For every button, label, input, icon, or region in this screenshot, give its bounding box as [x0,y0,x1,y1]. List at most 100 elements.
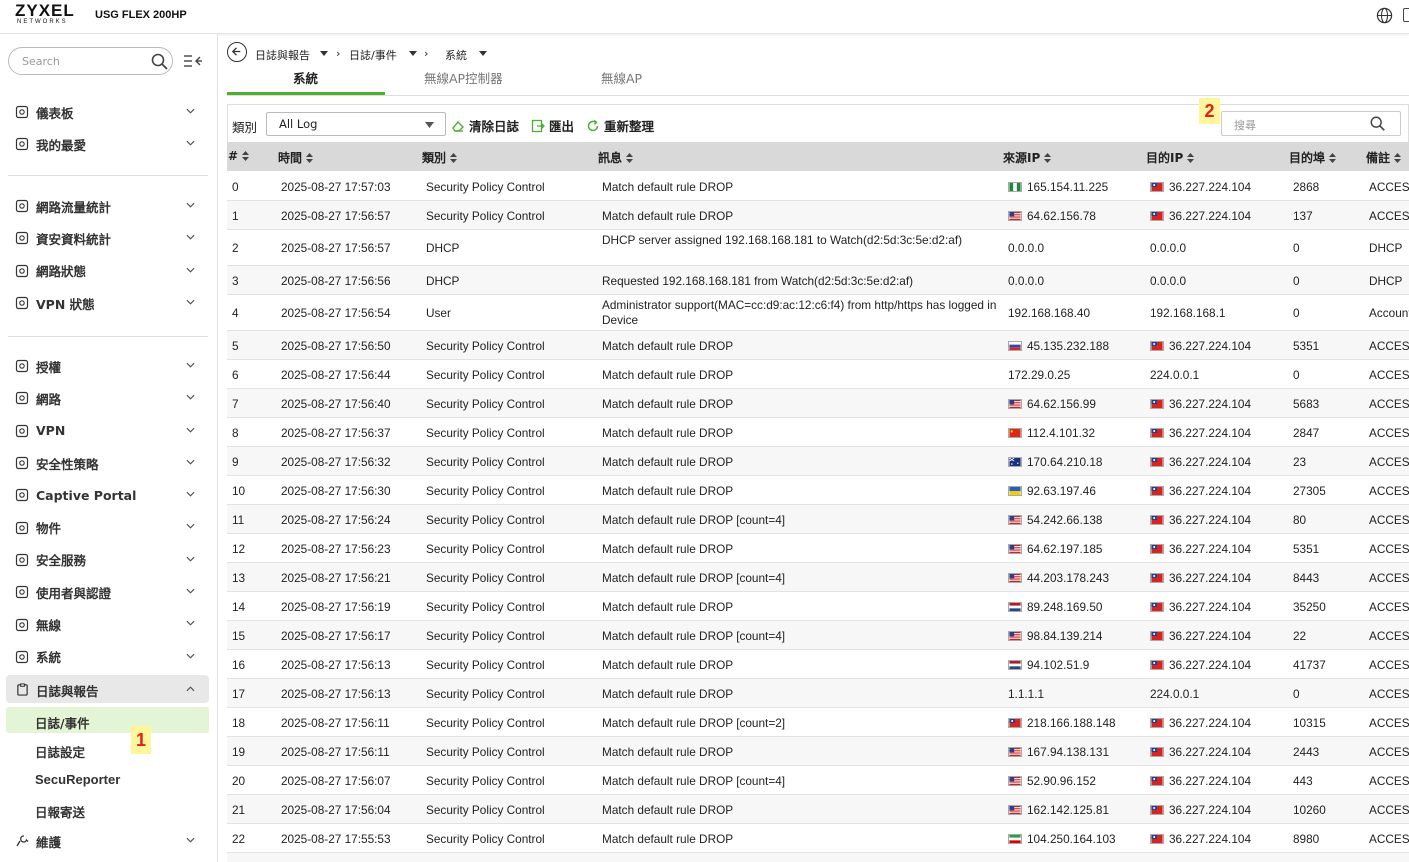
sidebar-item-group2-3[interactable]: VPN 狀態 [0,287,217,319]
note-cell-text: Account [1369,306,1409,320]
sort-icon[interactable] [626,153,634,163]
table-row[interactable]: 3 2025-08-27 17:56:56 DHCP Requested 192.16… [227,266,1409,295]
caret-down-icon[interactable] [409,51,417,56]
sort-icon[interactable] [1044,153,1052,163]
table-row[interactable]: 15 2025-08-27 17:56:17 Security Policy Con… [227,621,1409,650]
sidebar-item-group2-2[interactable]: 網路狀態 [0,255,217,287]
sidebar-item-label: VPN [36,423,66,439]
sidebar-item-group3-9[interactable]: 系統 [0,641,217,673]
table-row[interactable]: 2 2025-08-27 17:56:57 DHCP DHCP server assi… [227,230,1409,266]
table-row[interactable]: 21 2025-08-27 17:56:04 Security Policy Con… [227,795,1409,824]
refresh-button[interactable]: 重新整理 [586,116,654,135]
sidebar-item-group1-1[interactable]: 我的最愛 [0,128,217,160]
sidebar-item-group3-5[interactable]: 物件 [0,511,217,543]
sidebar-subitem-log-events[interactable]: 日誌/事件 [35,713,90,732]
sort-icon[interactable] [450,153,458,163]
sidebar-subitem-log-settings[interactable]: 日誌設定 [35,742,85,761]
sidebar-subitem-secureporter[interactable]: SecuReporter [35,772,120,787]
dest-ip-cell-text: 36.227.224.104 [1169,542,1252,556]
caret-down-icon[interactable] [320,51,328,56]
sort-icon[interactable] [1187,153,1195,163]
column-header-2[interactable]: 類別 [422,149,458,166]
table-row[interactable]: 4 2025-08-27 17:56:54 User Administrator su… [227,295,1409,331]
sidebar-item-group3-1[interactable]: 網路 [0,382,217,414]
note-cell-text: ACCESS [1369,368,1409,382]
sidebar-item-label: 授權 [36,359,62,375]
search-icon[interactable] [1369,115,1387,133]
sort-icon[interactable] [1394,153,1402,163]
sidebar-subitem-daily-report[interactable]: 日報寄送 [35,802,85,821]
sidebar-item-group3-3[interactable]: 安全性策略 [0,447,217,479]
sidebar-item-group1-0[interactable]: 儀表板 [0,96,217,128]
table-row[interactable]: 17 2025-08-27 17:56:13 Security Policy Con… [227,679,1409,708]
back-button[interactable] [227,42,247,62]
table-row[interactable]: 14 2025-08-27 17:56:19 Security Policy Con… [227,592,1409,621]
dest-ip-cell-text: 36.227.224.104 [1169,484,1252,498]
tab-ap-controller[interactable]: 無線AP控制器 [424,68,503,87]
search-icon[interactable] [150,52,170,72]
sidebar-item-group3-4[interactable]: Captive Portal [0,479,217,511]
row-number-cell-text: 5 [232,339,239,353]
table-row[interactable]: 12 2025-08-27 17:56:23 Security Policy Con… [227,534,1409,563]
sidebar-item-maintenance[interactable]: 維護 [0,825,217,857]
column-header-7[interactable]: 備註 [1366,149,1402,166]
row-number-cell-text: 10 [232,484,246,498]
breadcrumb-item-system[interactable]: 系統 [445,47,467,63]
table-row[interactable]: 10 2025-08-27 17:56:30 Security Policy Con… [227,476,1409,505]
sidebar-item-group3-8[interactable]: 無線 [0,608,217,640]
table-row[interactable]: 19 2025-08-27 17:56:11 Security Policy Con… [227,737,1409,766]
sort-icon[interactable] [306,153,314,163]
collapse-sidebar-icon[interactable] [183,53,203,69]
export-button[interactable]: 匯出 [531,116,574,135]
table-row[interactable]: 0 2025-08-27 17:57:03 Security Policy Cont… [227,172,1409,201]
sidebar-item-group3-7[interactable]: 使用者與認證 [0,576,217,608]
sidebar-item-group2-0[interactable]: 網路流量統計 [0,190,217,222]
sidebar-item-group3-0[interactable]: 授權 [0,350,217,382]
table-row[interactable]: 232025-08-27 17:55:53Security Policy Con… [227,853,1409,862]
sidebar-item-group3-2[interactable]: VPN [0,415,217,447]
table-row[interactable]: 5 2025-08-27 17:56:50 Security Policy Cont… [227,331,1409,360]
table-row[interactable]: 1 2025-08-27 17:56:57 Security Policy Cont… [227,201,1409,230]
sidebar-item-logs-reports[interactable]: 日誌與報告 [6,675,209,703]
table-row[interactable]: 6 2025-08-27 17:56:44 Security Policy Cont… [227,360,1409,389]
sort-icon[interactable] [242,151,250,161]
table-row[interactable]: 8 2025-08-27 17:56:37 Security Policy Cont… [227,418,1409,447]
caret-down-icon[interactable] [479,51,487,56]
table-row[interactable]: 13 2025-08-27 17:56:21 Security Policy Con… [227,563,1409,592]
row-number-cell-text: 22 [232,832,246,846]
tab-wireless-ap[interactable]: 無線AP [601,68,642,87]
category-select[interactable]: All Log [266,112,446,136]
breadcrumb-item-logs-reports[interactable]: 日誌與報告 [255,47,310,63]
row-number-cell: 15 [232,629,245,643]
sidebar-search-input[interactable]: Search [8,47,173,75]
dest-port-cell-text: 2847 [1293,426,1320,440]
message-cell: Match default rule DROP [602,745,1002,760]
column-header-0[interactable]: # [228,149,250,163]
chevron-down-icon [186,621,195,627]
sort-icon[interactable] [1329,153,1337,163]
tab-system[interactable]: 系統 [293,68,318,87]
language-globe-icon[interactable] [1376,7,1393,24]
annotation-badge-2: 2 [1199,98,1220,124]
table-row[interactable]: 18 2025-08-27 17:56:11 Security Policy Con… [227,708,1409,737]
clear-log-button[interactable]: 清除日誌 [451,116,519,135]
column-header-4[interactable]: 來源IP [1003,149,1052,166]
globe-icon [15,392,29,405]
sidebar-item-group3-6[interactable]: 安全服務 [0,544,217,576]
column-header-3[interactable]: 訊息 [598,149,634,166]
table-search-input[interactable]: 搜尋 [1221,111,1401,136]
sidebar-item-group2-1[interactable]: 資安資料統計 [0,222,217,254]
table-row[interactable]: 16 2025-08-27 17:56:13 Security Policy Con… [227,650,1409,679]
source-ip-cell-text: 112.4.101.32 [1027,426,1096,440]
column-header-5[interactable]: 目的IP [1146,149,1195,166]
column-header-6[interactable]: 目的埠 [1289,149,1337,166]
breadcrumb-item-log-events[interactable]: 日誌/事件 [349,47,397,63]
message-cell: Match default rule DROP [602,339,1002,354]
column-header-1[interactable]: 時間 [278,149,314,166]
table-row[interactable]: 20 2025-08-27 17:56:07 Security Policy Con… [227,766,1409,795]
table-row[interactable]: 22 2025-08-27 17:55:53 Security Policy Con… [227,824,1409,853]
table-row[interactable]: 11 2025-08-27 17:56:24 Security Policy Con… [227,505,1409,534]
table-row[interactable]: 7 2025-08-27 17:56:40 Security Policy Cont… [227,389,1409,418]
table-row[interactable]: 9 2025-08-27 17:56:32 Security Policy Cont… [227,447,1409,476]
device-icon[interactable] [1403,8,1409,22]
